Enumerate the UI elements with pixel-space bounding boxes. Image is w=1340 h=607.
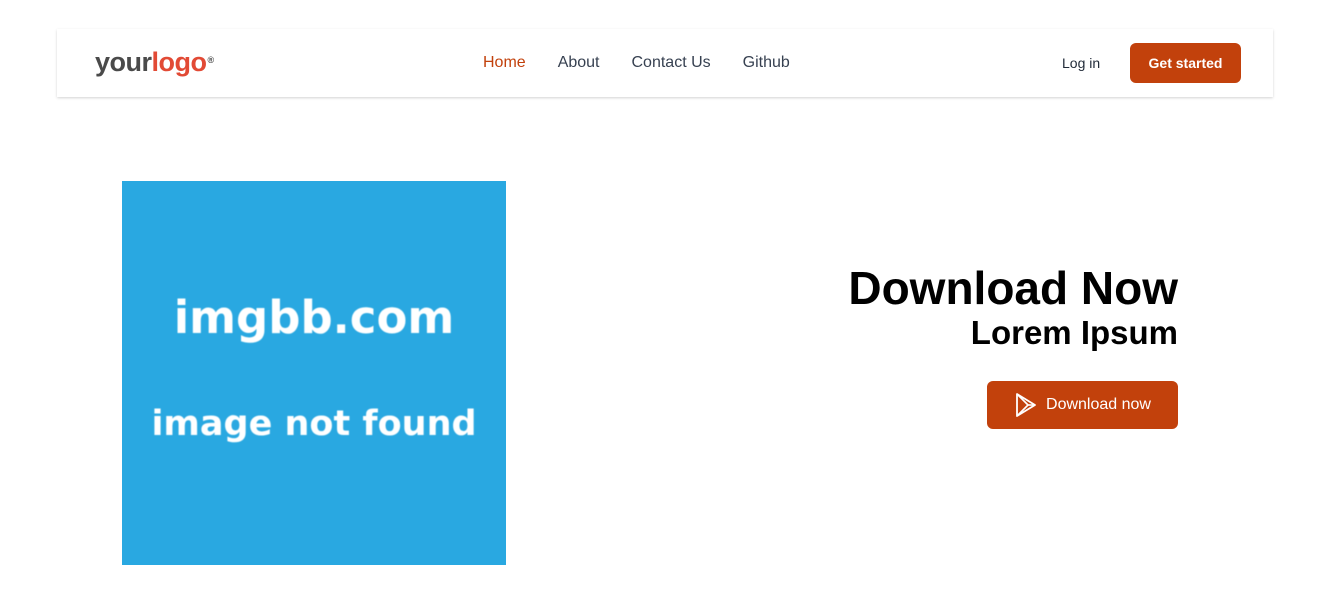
login-link[interactable]: Log in [1062,54,1100,72]
hero-text: Download Now Lorem Ipsum [848,262,1178,352]
logo-registered-mark: ® [207,55,215,65]
get-started-button[interactable]: Get started [1130,43,1241,83]
nav-link-contact[interactable]: Contact Us [632,53,711,73]
navbar: yourlogo® Home About Contact Us Github L… [57,29,1273,97]
nav-link-home[interactable]: Home [483,53,526,73]
placeholder-line-2: image not found [151,404,477,444]
logo[interactable]: yourlogo® [95,45,214,79]
nav-link-github[interactable]: Github [743,53,790,73]
play-store-icon [1014,393,1038,417]
nav-links: Home About Contact Us Github [483,53,822,73]
logo-text-logo: logo [151,47,207,77]
logo-text-your: your [95,47,152,77]
placeholder-line-1: imgbb.com [173,291,455,344]
download-now-button[interactable]: Download now [987,381,1178,429]
download-now-label: Download now [1046,396,1151,413]
nav-link-about[interactable]: About [558,53,600,73]
hero-title: Download Now [848,262,1178,314]
hero-subtitle: Lorem Ipsum [970,314,1178,351]
hero-image-placeholder: imgbb.com image not found [122,181,506,565]
